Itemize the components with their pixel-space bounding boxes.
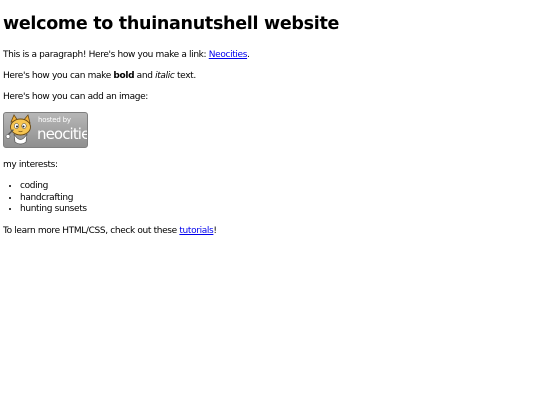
formatting-paragraph: Here's how you can make bold and italic … [3, 71, 196, 82]
neocities-cat-icon [5, 114, 31, 145]
hosted-by-neocities-badge[interactable]: hosted by neocities [3, 112, 88, 148]
image-caption: Here's how you can add an image: [3, 92, 148, 102]
badge-brand-text: neocities [37, 125, 87, 143]
bold-text: bold [113, 71, 135, 81]
intro-text: This is a paragraph! Here's how you make… [3, 50, 209, 60]
intro-paragraph: This is a paragraph! Here's how you make… [3, 50, 250, 61]
list-item: handcrafting [20, 193, 87, 205]
badge-hosted-text: hosted by [38, 116, 71, 124]
interests-heading: my interests: [3, 160, 58, 170]
formatting-end: text. [174, 71, 196, 81]
tutorials-link[interactable]: tutorials [179, 226, 213, 236]
neocities-link[interactable]: Neocities [209, 50, 248, 60]
intro-end: . [247, 50, 250, 60]
footer-paragraph: To learn more HTML/CSS, check out these … [3, 226, 217, 237]
formatting-between: and [134, 71, 156, 81]
italic-text: italic [155, 71, 175, 81]
footer-end: ! [213, 226, 217, 236]
footer-text: To learn more HTML/CSS, check out these [3, 226, 180, 236]
list-item: coding [20, 181, 87, 193]
formatting-text: Here's how you can make [3, 71, 114, 81]
interests-list: coding handcrafting hunting sunsets [3, 181, 87, 216]
list-item: hunting sunsets [20, 204, 87, 216]
page-title: welcome to thuinanutshell website [3, 14, 340, 34]
